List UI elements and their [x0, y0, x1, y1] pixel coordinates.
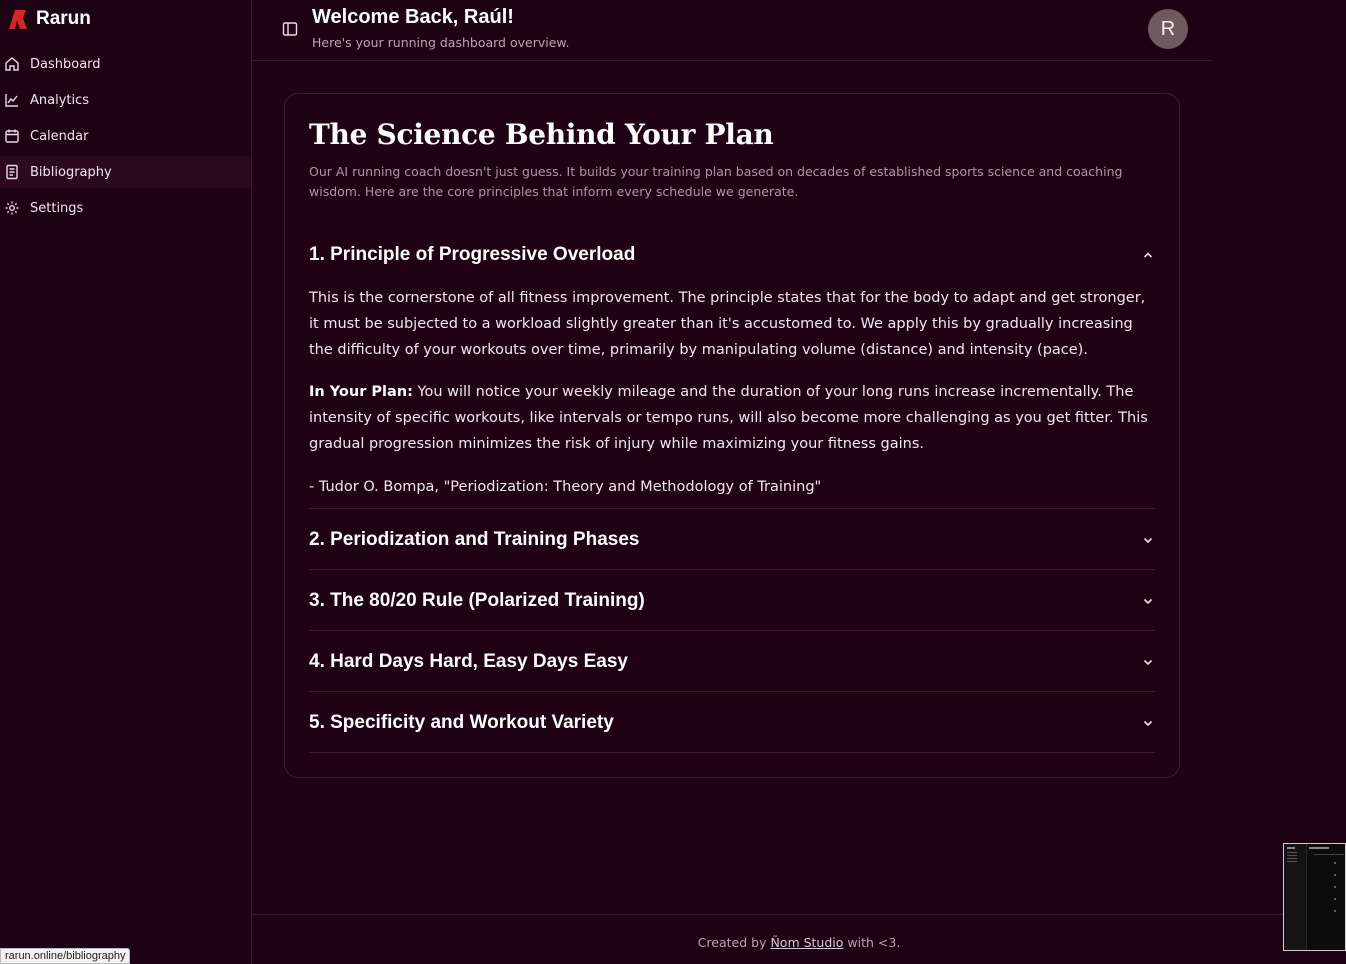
accordion-title: 1. Principle of Progressive Overload	[309, 244, 636, 265]
accordion-item-periodization: 2. Periodization and Training Phases	[309, 529, 1155, 551]
sidebar-toggle-icon[interactable]	[281, 20, 299, 38]
footer-text: Created by Ñom Studio with <3.	[252, 935, 1346, 950]
gear-icon	[4, 200, 20, 216]
accordion-title: 4. Hard Days Hard, Easy Days Easy	[309, 651, 628, 672]
accordion-item-hard-easy: 4. Hard Days Hard, Easy Days Easy	[309, 651, 1155, 673]
plan-text: You will notice your weekly mileage and …	[309, 384, 1148, 452]
footer: Created by Ñom Studio with <3.	[252, 914, 1346, 964]
status-url: rarun.online/bibliography	[0, 948, 131, 964]
accordion-header[interactable]: 3. The 80/20 Rule (Polarized Training)	[309, 590, 1155, 612]
footer-prefix: Created by	[697, 935, 771, 950]
calendar-icon	[4, 128, 20, 144]
page-subtitle: Here's your running dashboard overview.	[312, 35, 570, 50]
sidebar-item-dashboard[interactable]: Dashboard	[0, 48, 251, 80]
sidebar-item-label: Analytics	[30, 92, 90, 108]
divider	[309, 508, 1155, 509]
chevron-down-icon	[1143, 720, 1153, 727]
divider	[309, 630, 1155, 631]
accordion-header[interactable]: 1. Principle of Progressive Overload	[309, 244, 1155, 266]
sidebar-item-label: Calendar	[30, 128, 89, 144]
chart-line-icon	[4, 92, 20, 108]
sidebar-item-settings[interactable]: Settings	[0, 192, 251, 224]
accordion-item-specificity: 5. Specificity and Workout Variety	[309, 712, 1155, 734]
accordion-header[interactable]: 2. Periodization and Training Phases	[309, 529, 1155, 551]
chevron-down-icon	[1143, 659, 1153, 666]
sidebar: Rarun Dashboard Analytics Calendar Bibli…	[0, 0, 252, 964]
accordion-item-progressive-overload: 1. Principle of Progressive Overload Thi…	[309, 244, 1155, 500]
accordion-header[interactable]: 5. Specificity and Workout Variety	[309, 712, 1155, 734]
footer-studio-link[interactable]: Ñom Studio	[770, 935, 843, 950]
chevron-up-icon	[1143, 252, 1153, 258]
citation: - Tudor O. Bompa, "Periodization: Theory…	[309, 479, 822, 495]
section-plan: In Your Plan: You will notice your weekl…	[309, 379, 1155, 457]
sidebar-nav: Dashboard Analytics Calendar Bibliograph…	[0, 48, 251, 228]
divider	[309, 569, 1155, 570]
section-body: This is the cornerstone of all fitness i…	[309, 290, 1146, 358]
brand-logo-icon	[9, 10, 27, 29]
sidebar-item-label: Dashboard	[30, 56, 101, 72]
document-icon	[4, 164, 20, 180]
page-title: Welcome Back, Raúl!	[312, 6, 514, 28]
accordion-item-80-20-rule: 3. The 80/20 Rule (Polarized Training)	[309, 590, 1155, 612]
sidebar-item-label: Settings	[30, 200, 84, 216]
accordion-body: This is the cornerstone of all fitness i…	[309, 285, 1155, 500]
bibliography-card: The Science Behind Your Plan Our AI runn…	[284, 93, 1180, 778]
brand[interactable]: Rarun	[6, 8, 91, 30]
divider	[309, 691, 1155, 692]
accordion-title: 3. The 80/20 Rule (Polarized Training)	[309, 590, 645, 611]
card-intro: Our AI running coach doesn't just guess.…	[309, 164, 1123, 199]
accordion-title: 5. Specificity and Workout Variety	[309, 712, 614, 733]
minimap-preview	[1284, 844, 1345, 950]
app-root: Rarun Dashboard Analytics Calendar Bibli…	[0, 0, 1346, 964]
chevron-down-icon	[1143, 537, 1153, 544]
top-header: Welcome Back, Raúl! Here's your running …	[252, 0, 1212, 61]
footer-suffix: with <3.	[843, 935, 901, 950]
plan-label: In Your Plan:	[309, 384, 413, 400]
brand-name: Rarun	[36, 8, 91, 29]
avatar[interactable]: R	[1148, 9, 1188, 49]
sidebar-item-calendar[interactable]: Calendar	[0, 120, 251, 152]
sidebar-item-label: Bibliography	[30, 164, 112, 180]
sidebar-item-bibliography[interactable]: Bibliography	[0, 156, 251, 188]
home-icon	[4, 56, 20, 72]
sidebar-item-analytics[interactable]: Analytics	[0, 84, 251, 116]
card-title: The Science Behind Your Plan	[309, 118, 774, 151]
accordion-title: 2. Periodization and Training Phases	[309, 529, 640, 550]
accordion-header[interactable]: 4. Hard Days Hard, Easy Days Easy	[309, 651, 1155, 673]
divider	[309, 752, 1155, 753]
chevron-down-icon	[1143, 598, 1153, 605]
page-minimap[interactable]	[1283, 843, 1346, 951]
